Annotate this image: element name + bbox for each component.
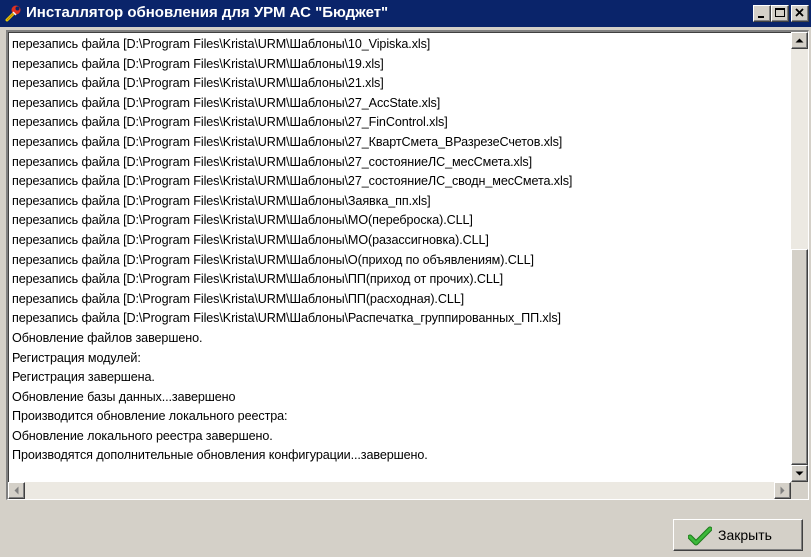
- log-line: перезапись файла [D:\Program Files\Krist…: [12, 291, 465, 306]
- log-line: перезапись файла [D:\Program Files\Krist…: [12, 56, 384, 71]
- log-line: перезапись файла [D:\Program Files\Krist…: [12, 193, 431, 208]
- log-line: Производится обновление локального реест…: [12, 409, 288, 424]
- installer-wrench-icon: [4, 4, 22, 22]
- vertical-scroll-thumb[interactable]: [791, 249, 808, 465]
- close-button[interactable]: Закрыть: [673, 519, 803, 551]
- log-listbox[interactable]: перезапись файла [D:\Program Files\Krist…: [6, 30, 809, 500]
- scroll-right-button[interactable]: [774, 482, 791, 499]
- log-line: перезапись файла [D:\Program Files\Krist…: [12, 76, 384, 91]
- log-line: Регистрация модулей:: [12, 350, 141, 365]
- arrow-down-icon: [792, 466, 807, 481]
- minimize-button[interactable]: [753, 5, 771, 22]
- log-line: Регистрация завершена.: [12, 370, 155, 385]
- close-window-button[interactable]: [791, 5, 809, 22]
- log-line: Производятся дополнительные обновления к…: [12, 448, 428, 463]
- log-line: перезапись файла [D:\Program Files\Krist…: [12, 311, 561, 326]
- maximize-button[interactable]: [771, 5, 789, 22]
- installer-window: Инсталлятор обновления для УРМ АС "Бюдже…: [0, 0, 811, 557]
- log-content: перезапись файла [D:\Program Files\Krist…: [12, 35, 788, 481]
- log-line: перезапись файла [D:\Program Files\Krist…: [12, 252, 534, 267]
- scroll-down-button[interactable]: [791, 465, 808, 482]
- horizontal-scrollbar[interactable]: [8, 482, 791, 499]
- arrow-right-icon: [775, 483, 790, 498]
- close-button-label: Закрыть: [718, 527, 772, 543]
- vertical-scrollbar[interactable]: [791, 32, 808, 482]
- window-title: Инсталлятор обновления для УРМ АС "Бюдже…: [26, 4, 389, 21]
- log-line: перезапись файла [D:\Program Files\Krist…: [12, 174, 573, 189]
- log-line: Обновление локального реестра завершено.: [12, 428, 273, 443]
- log-line: Обновление файлов завершено.: [12, 330, 203, 345]
- log-line: перезапись файла [D:\Program Files\Krist…: [12, 272, 504, 287]
- log-line: перезапись файла [D:\Program Files\Krist…: [12, 154, 533, 169]
- log-line: Обновление базы данных...завершено: [12, 389, 236, 404]
- title-bar[interactable]: Инсталлятор обновления для УРМ АС "Бюдже…: [0, 0, 811, 27]
- scrollbar-corner: [791, 482, 808, 499]
- log-line: перезапись файла [D:\Program Files\Krist…: [12, 232, 489, 247]
- scroll-left-button[interactable]: [8, 482, 25, 499]
- log-line: перезапись файла [D:\Program Files\Krist…: [12, 134, 563, 149]
- log-line: перезапись файла [D:\Program Files\Krist…: [12, 115, 448, 130]
- arrow-up-icon: [792, 33, 807, 48]
- maximize-icon: [772, 6, 788, 21]
- log-line: перезапись файла [D:\Program Files\Krist…: [12, 95, 441, 110]
- log-line: перезапись файла [D:\Program Files\Krist…: [12, 37, 431, 51]
- arrow-left-icon: [9, 483, 24, 498]
- close-icon: [792, 6, 808, 21]
- scroll-up-button[interactable]: [791, 32, 808, 49]
- minimize-icon: [754, 6, 770, 21]
- log-line: перезапись файла [D:\Program Files\Krist…: [12, 213, 473, 228]
- checkmark-icon: [687, 526, 713, 551]
